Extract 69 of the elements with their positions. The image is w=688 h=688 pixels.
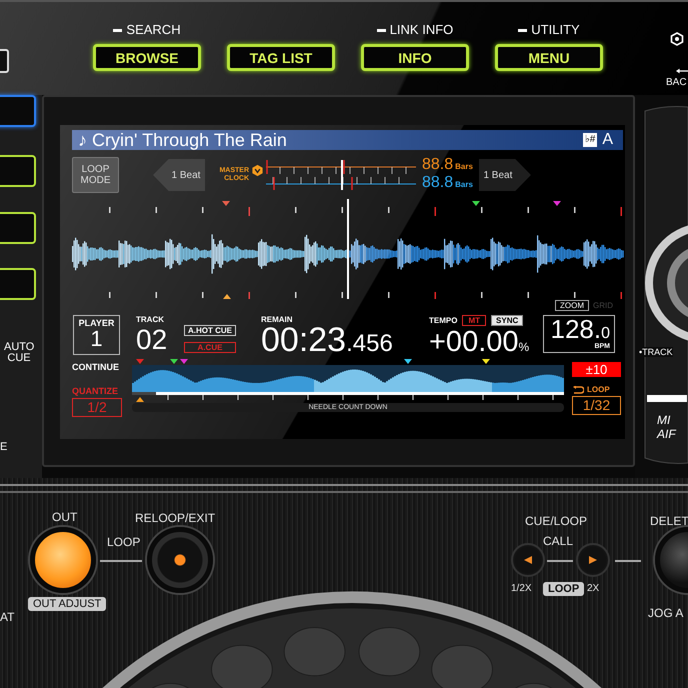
loop-length: 1/32 [572,396,621,415]
back-label: BAC [666,77,687,88]
continue-label: CONTINUE [72,362,120,372]
remaining-time-ms: .456 [346,330,393,358]
function-button[interactable]: TAG LIST [227,44,335,71]
track-number: 02 [136,326,168,354]
jog-adjust-label: JOG A [648,606,684,620]
bar-count: 88.8 [422,157,454,173]
loop-label: LOOP [587,385,610,394]
tempo-range: ±10 [572,362,621,377]
bpm-value: 128. [550,316,602,342]
loop-label: LOOP [107,535,140,549]
call-previous-button[interactable] [511,543,545,577]
quantize-value: 1/2 [72,398,122,417]
remaining-time: 00:23 [261,324,346,356]
bpm-decimal: 0 [601,325,610,343]
auto-cue-indicator: A.CUE [184,342,236,353]
beat-jump-button[interactable]: 1 Beat [478,159,531,191]
tempo-value: +00.00 [429,326,519,358]
track-search-label: •TRACK [639,347,673,357]
function-button[interactable]: BROWSE [93,44,201,71]
cue-loop-call-label: CUE/LOOP [525,514,588,528]
button-caption: SEARCH [113,22,181,38]
player-number: 1 [90,328,103,350]
auto-hot-cue-indicator: A.HOT CUE [184,325,236,336]
left-triangle-icon [523,555,533,565]
remain-label: REMAIN [261,315,294,324]
button-caption: UTILITY [518,22,580,38]
panel-label: AT [0,610,14,624]
key-icon: ♭# [582,133,598,147]
format-label: AIF [657,427,676,441]
call-label: CALL [543,534,574,548]
loop-out-button[interactable] [30,527,96,593]
auto-cue-label: AUTO CUE [4,342,34,364]
beat-jump-button[interactable]: 1 Beat [153,159,205,191]
master-icon [251,164,264,176]
track-title: ♪ Cryin' Through The Rain [78,130,288,150]
loop-mode-button[interactable]: LOOP MODE [72,157,119,193]
button-caption: LINK INFO [376,22,454,38]
delete-label: DELET [650,514,688,528]
zoom-indicator: ZOOM [555,300,589,310]
call-next-button[interactable] [576,543,610,577]
bar-unit: Bars [455,179,473,191]
tempo-label: TEMPO [429,316,458,325]
track-label: TRACK [136,315,165,324]
track-key: A [602,131,613,149]
player-label: PLAYER [78,318,114,328]
right-triangle-icon [588,555,598,565]
bar-count: 88.8 [422,175,454,191]
double-loop-label: 2X [587,583,600,594]
reloop-exit-label: RELOOP/EXIT [135,511,216,525]
function-button[interactable]: MENU [495,44,603,71]
back-arrow-icon [676,68,688,74]
grid-indicator: GRID [593,300,613,310]
quantize-label: QUANTIZE [72,386,119,396]
sync-indicator: SYNC [491,315,524,326]
tempo-unit: % [518,340,530,354]
function-button[interactable]: INFO [361,44,469,71]
panel-label: E [0,441,8,453]
loop-icon [572,386,584,394]
reloop-button[interactable] [147,527,213,593]
out-adjust-label: OUT ADJUST [28,597,106,611]
half-loop-label: 1/2X [511,583,532,594]
loop-label: LOOP [543,582,584,596]
format-label: MI [657,413,672,427]
out-label: OUT [52,510,78,524]
hexagon-icon[interactable] [670,32,684,46]
bar-unit: Bars [455,161,473,173]
master-tempo-indicator: MT [462,315,486,326]
